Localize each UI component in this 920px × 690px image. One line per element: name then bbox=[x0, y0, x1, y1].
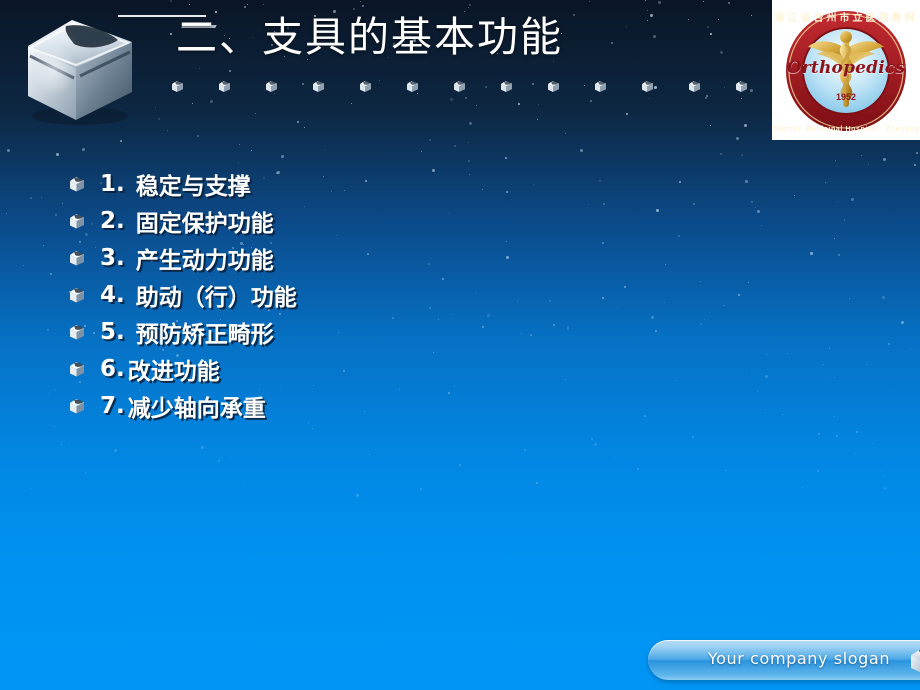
cube-icon bbox=[908, 645, 920, 675]
mini-cube-icon bbox=[264, 78, 279, 94]
cube-bullet-icon bbox=[68, 211, 86, 231]
cube-bullet-icon bbox=[68, 248, 86, 268]
list-item-number: 4. bbox=[100, 281, 133, 308]
list-item-number: 1. bbox=[100, 170, 133, 197]
cube-bullet-icon bbox=[68, 174, 86, 194]
list-item-number: 2. bbox=[100, 207, 133, 234]
list-item-label: 产生动力功能 bbox=[135, 247, 274, 274]
mini-cube-icon bbox=[170, 78, 185, 94]
list-item-label: 稳定与支撑 bbox=[135, 173, 251, 200]
chrome-cube-icon bbox=[14, 8, 146, 128]
list-item-number: 7. bbox=[100, 392, 125, 419]
mini-cube-icon bbox=[734, 78, 749, 94]
mini-cube-icon bbox=[311, 78, 326, 94]
company-slogan-label: Your company slogan bbox=[707, 649, 891, 668]
mini-cube-icon bbox=[358, 78, 373, 94]
list-item-label: 固定保护功能 bbox=[135, 210, 274, 237]
logo-wordmark: Orthopedics bbox=[786, 58, 906, 78]
list-item: 3. 产生动力功能 bbox=[68, 239, 668, 276]
logo-year: 1952 bbox=[835, 92, 857, 102]
cube-bullet-icon bbox=[68, 359, 86, 379]
logo-arc-bottom-text: Taizhou Municipal Hospital · Zhejiang bbox=[772, 126, 920, 133]
bullet-list: 1. 稳定与支撑 2. 固定保护功能 3. 产生动力功能 4. 助动（行）功能 … bbox=[68, 165, 668, 424]
list-item-label: 预防矫正畸形 bbox=[135, 321, 274, 348]
list-item: 2. 固定保护功能 bbox=[68, 202, 668, 239]
mini-cube-icon bbox=[687, 78, 702, 94]
mini-cube-icon bbox=[217, 78, 232, 94]
list-item-number: 6. bbox=[100, 355, 125, 382]
mini-cube-icon bbox=[499, 78, 514, 94]
hospital-logo-panel: 浙江省台州市立医院骨科 Orthopedics 1952 Taizhou Mun… bbox=[772, 0, 920, 140]
list-item: 4. 助动（行）功能 bbox=[68, 276, 668, 313]
list-item-number: 3. bbox=[100, 244, 133, 271]
cube-bullet-icon bbox=[68, 285, 86, 305]
mini-cube-icon bbox=[452, 78, 467, 94]
page-title: 二、支具的基本功能 bbox=[176, 13, 563, 61]
list-item: 7. 减少轴向承重 bbox=[68, 387, 668, 424]
mini-cube-icon bbox=[593, 78, 608, 94]
company-slogan-bar[interactable]: Your company slogan bbox=[648, 640, 920, 680]
cube-bullet-icon bbox=[68, 322, 86, 342]
list-item-number: 5. bbox=[100, 318, 133, 345]
presentation-slide: 二、支具的基本功能 浙江省台州市立医院骨科 Orthopedics 1952 T… bbox=[0, 0, 920, 690]
mini-cube-row bbox=[170, 78, 790, 98]
list-item-label: 减少轴向承重 bbox=[127, 395, 266, 422]
list-item: 1. 稳定与支撑 bbox=[68, 165, 668, 202]
list-item-label: 助动（行）功能 bbox=[135, 284, 297, 311]
mini-cube-icon bbox=[546, 78, 561, 94]
list-item-label: 改进功能 bbox=[127, 358, 220, 385]
list-item: 6. 改进功能 bbox=[68, 350, 668, 387]
list-item: 5. 预防矫正畸形 bbox=[68, 313, 668, 350]
logo-arc-top-text: 浙江省台州市立医院骨科 bbox=[774, 13, 918, 24]
mini-cube-icon bbox=[405, 78, 420, 94]
cube-bullet-icon bbox=[68, 396, 86, 416]
mini-cube-icon bbox=[640, 78, 655, 94]
